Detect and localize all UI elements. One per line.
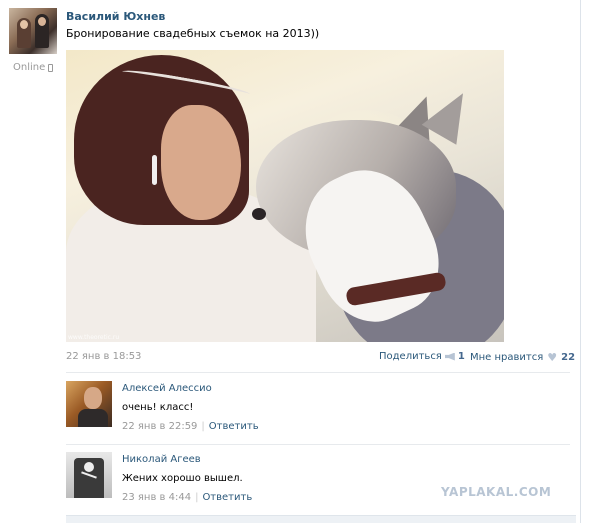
like-count: 22: [561, 352, 576, 363]
divider: [66, 444, 570, 445]
photo-earring: [152, 155, 157, 185]
post-author-link[interactable]: Василий Юхнев: [66, 10, 165, 23]
site-watermark: YAPLAKAL.COM: [441, 485, 552, 499]
online-status: Online: [13, 62, 54, 73]
comment-text: Жених хорошо вышел.: [122, 473, 243, 484]
comment-text: очень! класс!: [122, 402, 194, 413]
comment-date-link[interactable]: 22 янв в 22:59: [122, 421, 197, 432]
post-text: Бронирование свадебных съемок на 2013)): [66, 27, 320, 40]
photo-dog-nose: [252, 208, 266, 220]
page-border: [580, 0, 581, 523]
share-button[interactable]: Поделиться 1: [379, 351, 465, 362]
comment-date-link[interactable]: 23 янв в 4:44: [122, 492, 191, 503]
post-date-link[interactable]: 22 янв в 18:53: [66, 351, 141, 362]
online-label: Online: [13, 62, 46, 73]
comment-meta: 22 янв в 22:59 | Ответить: [122, 421, 259, 432]
like-label: Мне нравится: [470, 352, 544, 363]
share-label: Поделиться: [379, 351, 442, 362]
reply-link[interactable]: Ответить: [202, 492, 252, 503]
mobile-phone-icon: [48, 63, 54, 72]
megaphone-icon: [444, 352, 455, 361]
avatar-face: [20, 20, 28, 29]
comment-avatar[interactable]: [66, 452, 112, 498]
share-count: 1: [457, 351, 465, 362]
comment-author-link[interactable]: Алексей Алессио: [122, 383, 212, 394]
photo-face: [161, 105, 241, 220]
comment-meta: 23 янв в 4:44 | Ответить: [122, 492, 252, 503]
reply-link[interactable]: Ответить: [209, 421, 259, 432]
heart-icon: ♥: [547, 351, 558, 364]
divider: [66, 372, 570, 373]
separator: |: [195, 492, 199, 503]
avatar-shirt: [78, 409, 108, 427]
post-photo[interactable]: www.theoretic.ru: [66, 50, 504, 342]
comment: Алексей Алессио очень! класс! 22 янв в 2…: [66, 381, 576, 437]
comment-author-link[interactable]: Николай Агеев: [122, 454, 201, 465]
separator: |: [201, 421, 205, 432]
avatar-head: [84, 387, 102, 409]
post-author-avatar[interactable]: [9, 8, 57, 54]
comment: Николай Агеев Жених хорошо вышел. 23 янв…: [66, 452, 576, 508]
avatar-face: [38, 17, 46, 26]
comment-avatar[interactable]: [66, 381, 112, 427]
like-button[interactable]: Мне нравится ♥ 22: [470, 351, 575, 364]
comment-input-bar[interactable]: [66, 515, 576, 523]
photo-watermark: www.theoretic.ru: [68, 334, 120, 341]
avatar-skull: [84, 462, 94, 472]
